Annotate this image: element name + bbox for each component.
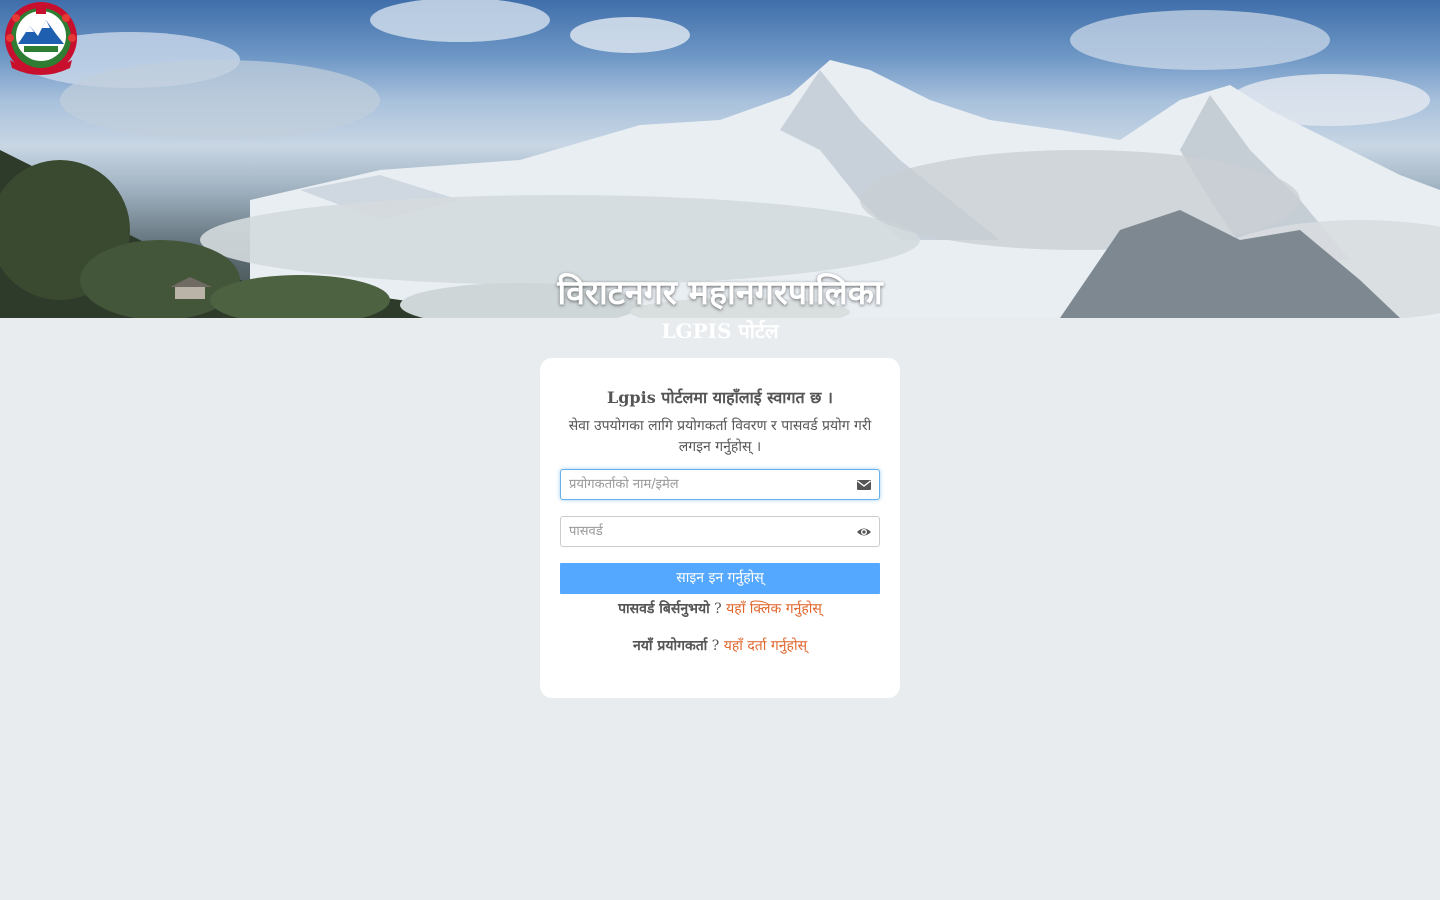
username-input[interactable] [561,470,841,499]
portal-title: LGPIS पोर्टल [661,319,779,343]
password-field [560,516,880,547]
register-link[interactable]: यहाँ दर्ता गर्नुहोस् [724,638,807,654]
welcome-heading: Lgpis पोर्टलमा याहाँलाई स्वागत छ । [606,388,833,407]
forgot-password-row: पासवर्ड बिर्सनुभयो ? यहाँ क्लिक गर्नुहोस… [540,598,900,620]
city-title: विराटनगर महानगरपालिका [557,273,883,313]
eye-icon[interactable] [856,524,872,540]
signin-button[interactable]: साइन इन गर्नुहोस् [560,563,880,594]
new-user-label: नयाँ प्रयोगकर्ता [632,638,708,654]
forgot-password-question-mark: ? [714,601,722,617]
login-card: Lgpis पोर्टलमा याहाँलाई स्वागत छ । सेवा … [540,358,900,698]
nepal-emblem-icon [5,2,77,75]
envelope-icon [857,480,871,490]
forgot-password-link[interactable]: यहाँ क्लिक गर्नुहोस् [726,601,822,617]
login-instructions: सेवा उपयोगका लागि प्रयोगकर्ता विवरण र पा… [568,418,872,455]
password-input[interactable] [561,517,841,546]
new-user-question-mark: ? [711,638,720,654]
new-user-row: नयाँ प्रयोगकर्ता ? यहाँ दर्ता गर्नुहोस् [540,635,900,657]
username-field [560,469,880,500]
forgot-password-label: पासवर्ड बिर्सनुभयो [618,601,710,617]
